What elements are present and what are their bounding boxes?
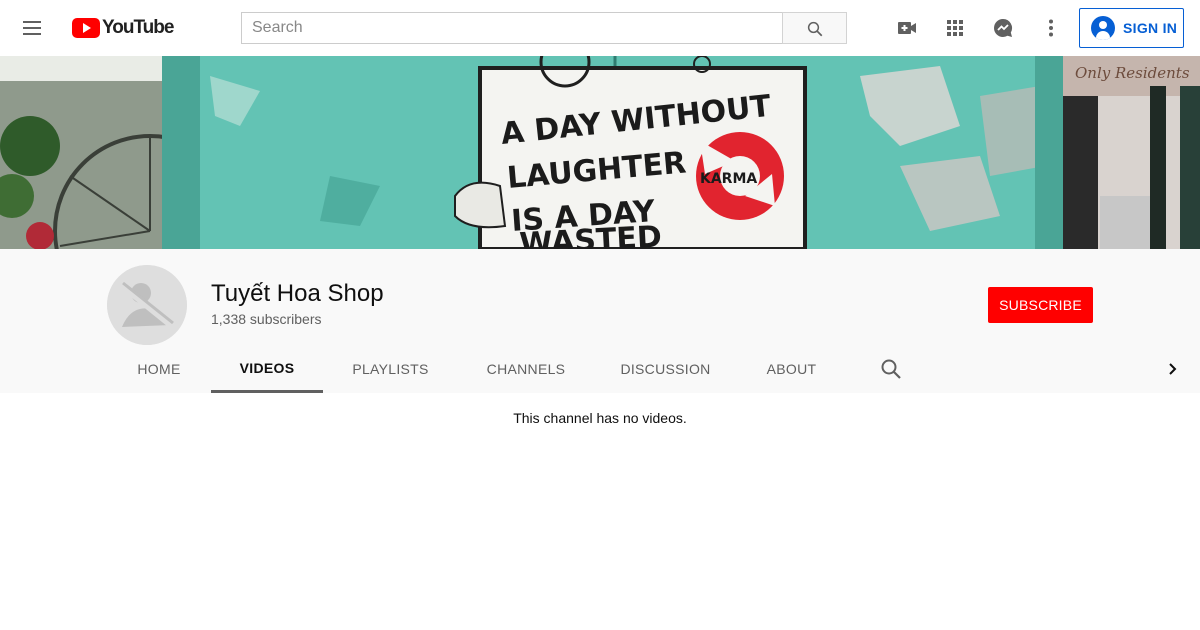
search-input[interactable] xyxy=(241,12,783,44)
search-button[interactable] xyxy=(782,12,847,44)
apps-icon[interactable] xyxy=(943,16,967,40)
banner-corner-text: Only Residents xyxy=(1075,64,1190,82)
subscriber-count: 1,338 subscribers xyxy=(211,311,322,327)
tab-playlists[interactable]: PLAYLISTS xyxy=(323,345,458,393)
create-video-icon[interactable] xyxy=(895,16,919,40)
empty-videos-message: This channel has no videos. xyxy=(513,410,687,426)
chevron-right-icon[interactable] xyxy=(1160,357,1184,381)
channel-header: Tuyết Hoa Shop 1,338 subscribers SUBSCRI… xyxy=(0,249,1200,393)
channel-search-icon[interactable] xyxy=(879,357,903,381)
subscribe-button[interactable]: SUBSCRIBE xyxy=(988,287,1093,323)
youtube-logo[interactable]: YouTube xyxy=(72,17,174,38)
sign-in-button[interactable]: SIGN IN xyxy=(1079,8,1184,48)
channel-avatar[interactable] xyxy=(107,265,187,345)
search-icon xyxy=(807,21,823,37)
youtube-play-icon xyxy=(72,18,100,38)
channel-tabs: HOME VIDEOS PLAYLISTS CHANNELS DISCUSSIO… xyxy=(0,345,1200,393)
more-vert-icon[interactable] xyxy=(1039,16,1063,40)
messages-icon[interactable] xyxy=(991,16,1015,40)
channel-name: Tuyết Hoa Shop xyxy=(211,280,384,307)
tab-home[interactable]: HOME xyxy=(107,345,211,393)
default-avatar-icon xyxy=(107,265,187,345)
account-icon xyxy=(1091,16,1115,40)
masthead: YouTube SIGN IN xyxy=(0,0,1200,56)
tab-about[interactable]: ABOUT xyxy=(737,345,846,393)
tab-channels[interactable]: CHANNELS xyxy=(458,345,594,393)
logo-text: YouTube xyxy=(102,17,174,38)
tab-videos[interactable]: VIDEOS xyxy=(211,345,323,393)
tab-discussion[interactable]: DISCUSSION xyxy=(594,345,737,393)
sign-in-label: SIGN IN xyxy=(1123,20,1178,36)
banner-image: A DAY WITHOUT LAUGHTER IS A DAY WASTED K… xyxy=(0,56,1200,249)
banner-badge-text: KARMA xyxy=(700,171,757,187)
channel-banner: A DAY WITHOUT LAUGHTER IS A DAY WASTED K… xyxy=(0,56,1200,249)
menu-icon[interactable] xyxy=(20,16,44,40)
